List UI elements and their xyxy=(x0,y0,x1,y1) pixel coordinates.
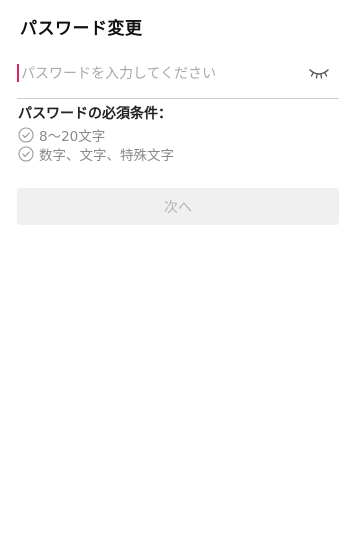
check-circle-icon xyxy=(18,146,34,162)
check-circle-icon xyxy=(18,127,34,143)
requirement-characters: 数字、文字、特殊文字 xyxy=(18,145,174,164)
text-caret xyxy=(17,64,19,82)
page-title: パスワード変更 xyxy=(20,19,143,39)
requirements-title: パスワードの必須条件： xyxy=(18,106,172,122)
eye-closed-icon[interactable] xyxy=(307,64,331,82)
next-button[interactable]: 次へ xyxy=(17,188,339,225)
requirement-length: 8〜20文字 xyxy=(18,126,106,145)
password-input[interactable] xyxy=(21,60,291,88)
password-field-row xyxy=(17,56,339,99)
requirement-label: 数字、文字、特殊文字 xyxy=(39,148,174,164)
requirement-label: 8〜20文字 xyxy=(39,129,106,145)
